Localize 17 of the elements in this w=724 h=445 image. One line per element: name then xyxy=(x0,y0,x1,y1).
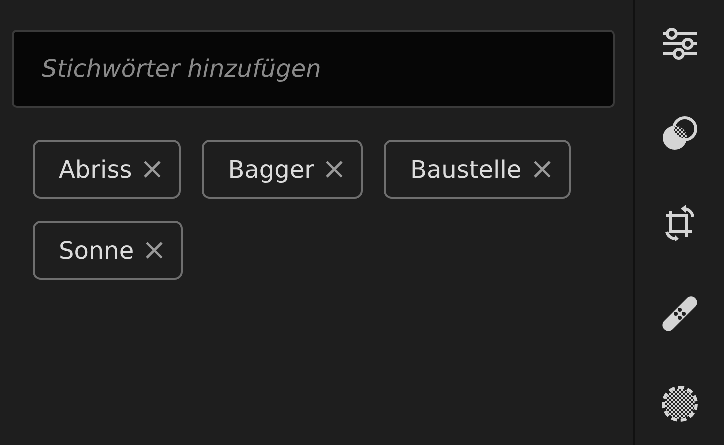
tag-label: Bagger xyxy=(228,156,314,184)
mask-circle-icon xyxy=(660,385,698,423)
sliders-icon xyxy=(662,26,698,62)
tag-label: Baustelle xyxy=(410,156,522,184)
remove-tag-button[interactable] xyxy=(145,241,164,260)
remove-tag-button[interactable] xyxy=(143,160,162,179)
overlapping-circles-icon xyxy=(660,115,698,153)
close-icon xyxy=(145,241,164,260)
remove-tag-button[interactable] xyxy=(532,160,552,179)
tag-label: Abriss xyxy=(59,156,132,184)
tool-button[interactable] xyxy=(660,385,700,423)
remove-tag-button[interactable] xyxy=(325,160,344,179)
tag-label: Sonne xyxy=(59,236,134,264)
close-icon xyxy=(532,160,552,179)
close-icon xyxy=(325,160,344,179)
close-icon xyxy=(143,160,162,179)
keyword-input-field[interactable]: Stichwörter hinzufügen xyxy=(12,30,615,108)
